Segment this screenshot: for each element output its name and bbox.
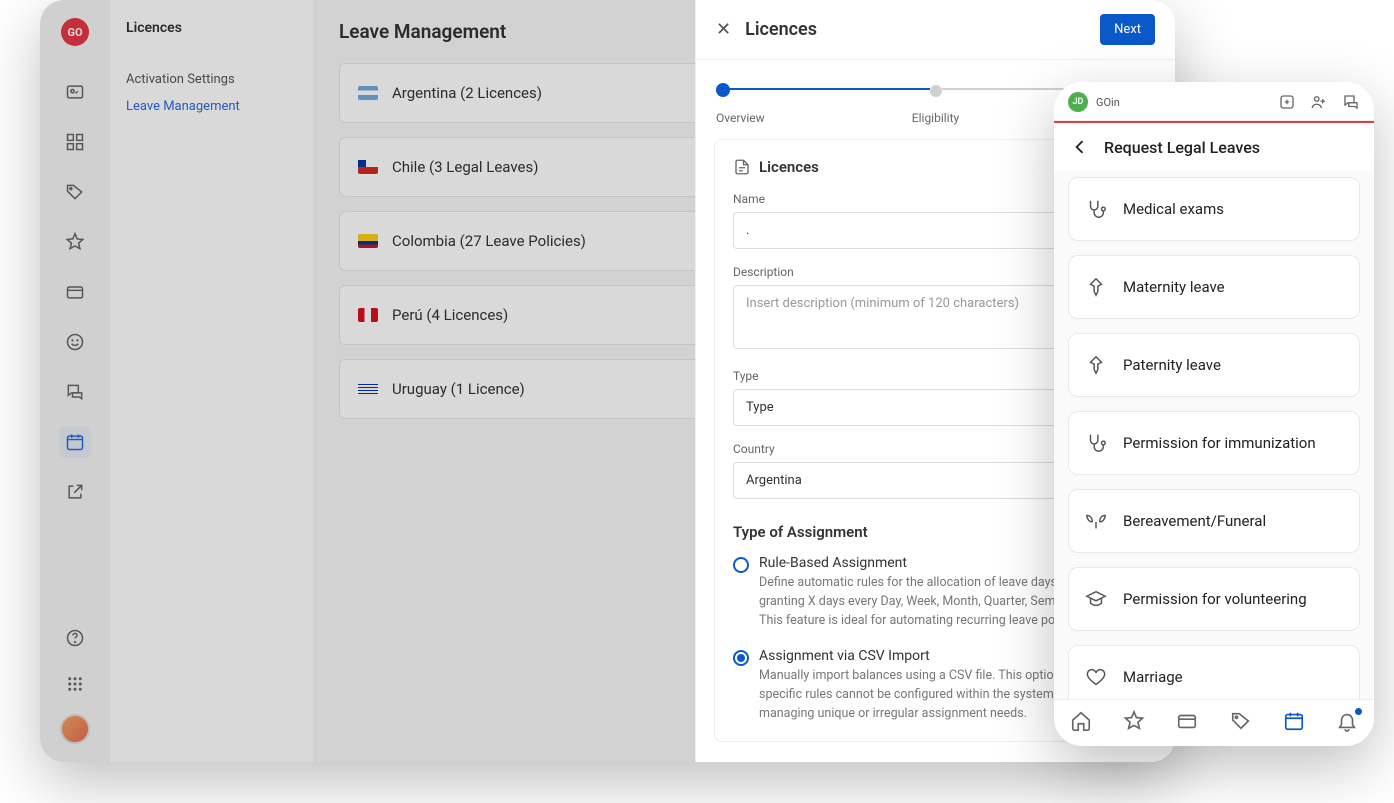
subnav-activation[interactable]: Activation Settings <box>126 66 298 93</box>
country-label: Perú (4 Licences) <box>392 306 508 324</box>
external-icon[interactable] <box>59 476 91 508</box>
step-label-overview: Overview <box>716 111 862 125</box>
grid-icon[interactable] <box>59 126 91 158</box>
flag-argentina-icon <box>358 86 378 100</box>
subnav: Licences Activation Settings Leave Manag… <box>110 0 315 762</box>
document-icon <box>733 158 751 176</box>
desktop-app: GO Licences Activation Settings Leave Ma… <box>40 0 1175 762</box>
tag-icon[interactable] <box>59 176 91 208</box>
subnav-leave-mgmt[interactable]: Leave Management <box>126 93 298 120</box>
graduation-icon <box>1085 588 1107 610</box>
help-icon[interactable] <box>59 622 91 654</box>
next-button[interactable]: Next <box>1100 14 1155 45</box>
leave-maternity[interactable]: Maternity leave <box>1068 255 1360 319</box>
leave-immunization[interactable]: Permission for immunization <box>1068 411 1360 475</box>
leaf-icon <box>1085 510 1107 532</box>
people-icon[interactable] <box>1310 93 1328 111</box>
wallet-icon[interactable] <box>59 276 91 308</box>
close-icon[interactable]: ✕ <box>716 19 731 40</box>
tab-star[interactable] <box>1123 710 1145 732</box>
form-card-title: Licences <box>759 158 819 176</box>
country-label: Colombia (27 Leave Policies) <box>392 232 586 250</box>
leave-volunteering[interactable]: Permission for volunteering <box>1068 567 1360 631</box>
stethoscope-icon <box>1085 432 1107 454</box>
mobile-title: Request Legal Leaves <box>1104 138 1260 157</box>
country-label: Argentina (2 Licences) <box>392 84 542 102</box>
step-label-eligibility: Eligibility <box>862 111 1008 125</box>
tab-wallet[interactable] <box>1176 710 1198 732</box>
mobile-avatar[interactable]: JD <box>1068 92 1088 112</box>
list-label: Medical exams <box>1123 200 1224 218</box>
step-dot-eligibility <box>930 85 942 97</box>
list-label: Maternity leave <box>1123 278 1225 296</box>
radio-icon <box>733 650 749 666</box>
add-icon[interactable] <box>1278 93 1296 111</box>
leave-marriage[interactable]: Marriage <box>1068 645 1360 699</box>
list-label: Paternity leave <box>1123 356 1221 374</box>
mobile-tabbar <box>1054 699 1374 746</box>
app-logo[interactable]: GO <box>61 18 89 46</box>
smile-icon[interactable] <box>59 326 91 358</box>
heart-icon <box>1085 666 1107 688</box>
country-label: Uruguay (1 Licence) <box>392 380 525 398</box>
user-avatar[interactable] <box>60 714 90 744</box>
slideover-title: Licences <box>745 19 817 40</box>
chat-icon[interactable] <box>59 376 91 408</box>
leave-bereavement[interactable]: Bereavement/Funeral <box>1068 489 1360 553</box>
mobile-list: Medical exams Maternity leave Paternity … <box>1054 171 1374 699</box>
people-icon[interactable] <box>59 76 91 108</box>
apps-icon[interactable] <box>59 668 91 700</box>
mobile-app: JD GOin Request Legal Leaves Medical exa… <box>1054 82 1374 746</box>
slideover-header: ✕ Licences Next <box>696 0 1175 60</box>
tab-bell[interactable] <box>1336 710 1358 732</box>
step-dot-overview <box>716 83 730 97</box>
tab-calendar[interactable] <box>1283 710 1305 732</box>
stethoscope-icon <box>1085 198 1107 220</box>
flag-peru-icon <box>358 308 378 322</box>
list-label: Permission for volunteering <box>1123 590 1307 608</box>
icon-rail: GO <box>40 0 110 762</box>
tab-home[interactable] <box>1070 710 1092 732</box>
chat-icon[interactable] <box>1342 93 1360 111</box>
flag-colombia-icon <box>358 234 378 248</box>
leave-medical-exams[interactable]: Medical exams <box>1068 177 1360 241</box>
tab-tag[interactable] <box>1230 710 1252 732</box>
leave-paternity[interactable]: Paternity leave <box>1068 333 1360 397</box>
flag-chile-icon <box>358 160 378 174</box>
list-label: Permission for immunization <box>1123 434 1316 452</box>
back-icon[interactable] <box>1070 137 1090 157</box>
mobile-app-name: GOin <box>1096 96 1120 109</box>
radio-icon <box>733 557 749 573</box>
mobile-topbar: JD GOin <box>1054 82 1374 121</box>
calendar-icon[interactable] <box>59 426 91 458</box>
star-icon[interactable] <box>59 226 91 258</box>
pin-icon <box>1085 354 1107 376</box>
flag-uruguay-icon <box>358 382 378 396</box>
notification-dot <box>1355 708 1362 715</box>
subnav-title: Licences <box>126 20 298 36</box>
mobile-header: Request Legal Leaves <box>1054 123 1374 171</box>
list-label: Marriage <box>1123 668 1183 686</box>
pin-icon <box>1085 276 1107 298</box>
country-label: Chile (3 Legal Leaves) <box>392 158 538 176</box>
list-label: Bereavement/Funeral <box>1123 512 1266 530</box>
